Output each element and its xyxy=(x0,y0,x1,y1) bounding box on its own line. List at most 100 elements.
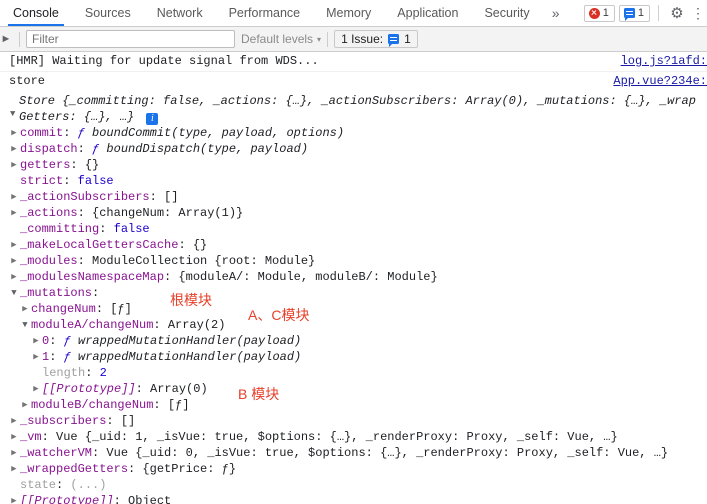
chevron-collapsed-icon[interactable]: ▶ xyxy=(9,429,19,445)
property-name: _vm xyxy=(20,430,42,444)
error-count-badge[interactable]: 1 xyxy=(583,4,615,22)
property-value: Vue {_uid: 0, _isVue: true, $options: {…… xyxy=(99,446,669,460)
chevron-collapsed-icon[interactable]: ▶ xyxy=(9,189,19,205)
object-property-list: ▶ commit: ƒ boundCommit(type, payload, op… xyxy=(0,125,707,504)
property-value: (...) xyxy=(63,478,107,492)
property-name: moduleB/changeNum xyxy=(31,398,154,412)
chevron-collapsed-icon[interactable]: ▶ xyxy=(9,205,19,221)
store-object-preview[interactable]: ▼ Store {_committing: false, _actions: {… xyxy=(0,91,707,125)
chevron-collapsed-icon[interactable]: ▶ xyxy=(9,269,19,285)
more-tabs-icon[interactable]: » xyxy=(543,0,569,26)
object-property-row[interactable]: ▶ dispatch: ƒ boundDispatch(type, payload… xyxy=(0,141,707,157)
property-value: ƒ boundDispatch(type, payload) xyxy=(85,142,308,156)
object-property-row[interactable]: ▼ _mutations: xyxy=(0,285,707,301)
tab-console[interactable]: Console xyxy=(0,0,72,26)
object-property-row[interactable]: ▶ _modulesNamespaceMap: {moduleA/: Module… xyxy=(0,269,707,285)
property-name: [[Prototype]] xyxy=(42,382,136,396)
chevron-expanded-icon[interactable]: ▼ xyxy=(10,106,15,122)
chevron-collapsed-icon[interactable]: ▶ xyxy=(31,381,41,397)
property-separator: : xyxy=(153,398,161,412)
property-separator: : xyxy=(70,158,78,172)
property-value: Object xyxy=(120,494,172,504)
property-value: ModuleCollection {root: Module} xyxy=(84,254,316,268)
object-property-row[interactable]: ▶ _watcherVM: Vue {_uid: 0, _isVue: true,… xyxy=(0,445,707,461)
property-name: getters xyxy=(20,158,71,172)
object-property-row[interactable]: ▶ [[Prototype]]: Object xyxy=(0,493,707,504)
property-value: [] xyxy=(156,190,179,204)
property-separator: : xyxy=(95,302,104,316)
hmr-source-link[interactable]: log.js?1afd: xyxy=(621,54,707,69)
object-property-row[interactable]: ▶ [[Prototype]]: Array(0) xyxy=(0,381,707,397)
object-property-row[interactable]: ▶ moduleB/changeNum: [ƒ] xyxy=(0,397,707,413)
chevron-collapsed-icon[interactable]: ▶ xyxy=(9,493,19,504)
property-name: moduleA/changeNum xyxy=(31,318,154,332)
object-property-row[interactable]: ▶ 0: ƒ wrappedMutationHandler(payload) xyxy=(0,333,707,349)
tab-memory[interactable]: Memory xyxy=(313,0,384,26)
tab-application-label: Application xyxy=(397,6,459,20)
object-property-row[interactable]: ▶ _actionSubscribers: [] xyxy=(0,189,707,205)
property-name: _modulesNamespaceMap xyxy=(20,270,165,284)
sidebar-toggle-icon[interactable]: ► xyxy=(0,32,13,46)
object-property-row[interactable]: ▶ changeNum: [ƒ] xyxy=(0,301,707,317)
object-property-row[interactable]: ▶ _modules: ModuleCollection {root: Modul… xyxy=(0,253,707,269)
tab-security[interactable]: Security xyxy=(471,0,542,26)
chevron-expanded-icon[interactable]: ▼ xyxy=(20,317,30,333)
property-value: false xyxy=(106,222,150,236)
object-property-row[interactable]: length: 2 xyxy=(0,365,707,381)
chevron-collapsed-icon[interactable]: ▶ xyxy=(9,157,19,173)
object-property-row[interactable]: ▶ _vm: Vue {_uid: 1, _isVue: true, $optio… xyxy=(0,429,707,445)
console-message-list[interactable]: [HMR] Waiting for update signal from WDS… xyxy=(0,52,707,504)
tab-sources-label: Sources xyxy=(84,6,131,20)
tab-network[interactable]: Network xyxy=(144,0,216,26)
tab-sources[interactable]: Sources xyxy=(72,0,144,26)
chevron-collapsed-icon[interactable]: ▶ xyxy=(9,461,19,477)
gear-icon[interactable]: ⚙ xyxy=(667,3,687,23)
issues-button[interactable]: 1 Issue: 1 xyxy=(334,30,418,48)
chevron-collapsed-icon[interactable]: ▶ xyxy=(9,253,19,269)
property-name: length xyxy=(42,366,86,380)
chevron-expanded-icon[interactable]: ▼ xyxy=(9,285,19,301)
object-property-row[interactable]: strict: false xyxy=(0,173,707,189)
tab-network-label: Network xyxy=(156,6,203,20)
property-name: _watcherVM xyxy=(20,446,93,460)
store-source-link[interactable]: App.vue?234e: xyxy=(613,74,707,89)
object-property-row[interactable]: ▶ 1: ƒ wrappedMutationHandler(payload) xyxy=(0,349,707,365)
console-message-hmr[interactable]: [HMR] Waiting for update signal from WDS… xyxy=(0,52,707,72)
chevron-collapsed-icon[interactable]: ▶ xyxy=(9,237,19,253)
console-message-store[interactable]: store App.vue?234e: xyxy=(0,72,707,91)
object-property-row[interactable]: ▶ getters: {} xyxy=(0,157,707,173)
error-count-label: 1 xyxy=(602,7,609,19)
chevron-collapsed-icon[interactable]: ▶ xyxy=(20,301,30,317)
object-property-row[interactable]: ▶ _makeLocalGettersCache: {} xyxy=(0,237,707,253)
chevron-collapsed-icon[interactable]: ▶ xyxy=(9,141,19,157)
chevron-collapsed-icon[interactable]: ▶ xyxy=(9,413,19,429)
object-property-row[interactable]: ▶ _wrappedGetters: {getPrice: ƒ} xyxy=(0,461,707,477)
tab-application[interactable]: Application xyxy=(384,0,471,26)
store-label-text: store xyxy=(9,74,46,88)
log-levels-dropdown[interactable]: Default levels ▾ xyxy=(241,32,321,46)
chevron-collapsed-icon[interactable]: ▶ xyxy=(31,349,41,365)
object-property-row[interactable]: ▶ commit: ƒ boundCommit(type, payload, op… xyxy=(0,125,707,141)
filter-input[interactable] xyxy=(26,30,235,48)
property-name: state xyxy=(20,478,57,492)
chevron-collapsed-icon[interactable]: ▶ xyxy=(20,397,30,413)
function-signature: boundCommit(type, payload, options) xyxy=(84,126,345,140)
function-glyph: ƒ xyxy=(84,142,100,156)
chevron-collapsed-icon[interactable]: ▶ xyxy=(9,125,19,141)
chevron-collapsed-icon[interactable]: ▶ xyxy=(31,333,41,349)
error-icon xyxy=(588,7,600,19)
property-separator: : xyxy=(41,430,49,444)
object-property-row[interactable]: ▼ moduleA/changeNum: Array(2) xyxy=(0,317,707,333)
object-property-row[interactable]: state: (...) xyxy=(0,477,707,493)
property-separator: : xyxy=(113,494,121,504)
object-property-row[interactable]: ▶ _actions: {changeNum: Array(1)} xyxy=(0,205,707,221)
message-count-badge[interactable]: 1 xyxy=(618,4,650,22)
property-separator: : xyxy=(178,238,186,252)
vertical-dots-icon[interactable]: ⋮ xyxy=(691,3,705,23)
object-property-row[interactable]: _committing: false xyxy=(0,221,707,237)
issues-label: 1 Issue: xyxy=(341,32,384,46)
chevron-collapsed-icon[interactable]: ▶ xyxy=(9,445,19,461)
object-property-row[interactable]: ▶ _subscribers: [] xyxy=(0,413,707,429)
info-icon[interactable]: i xyxy=(146,113,159,125)
tab-performance[interactable]: Performance xyxy=(216,0,314,26)
